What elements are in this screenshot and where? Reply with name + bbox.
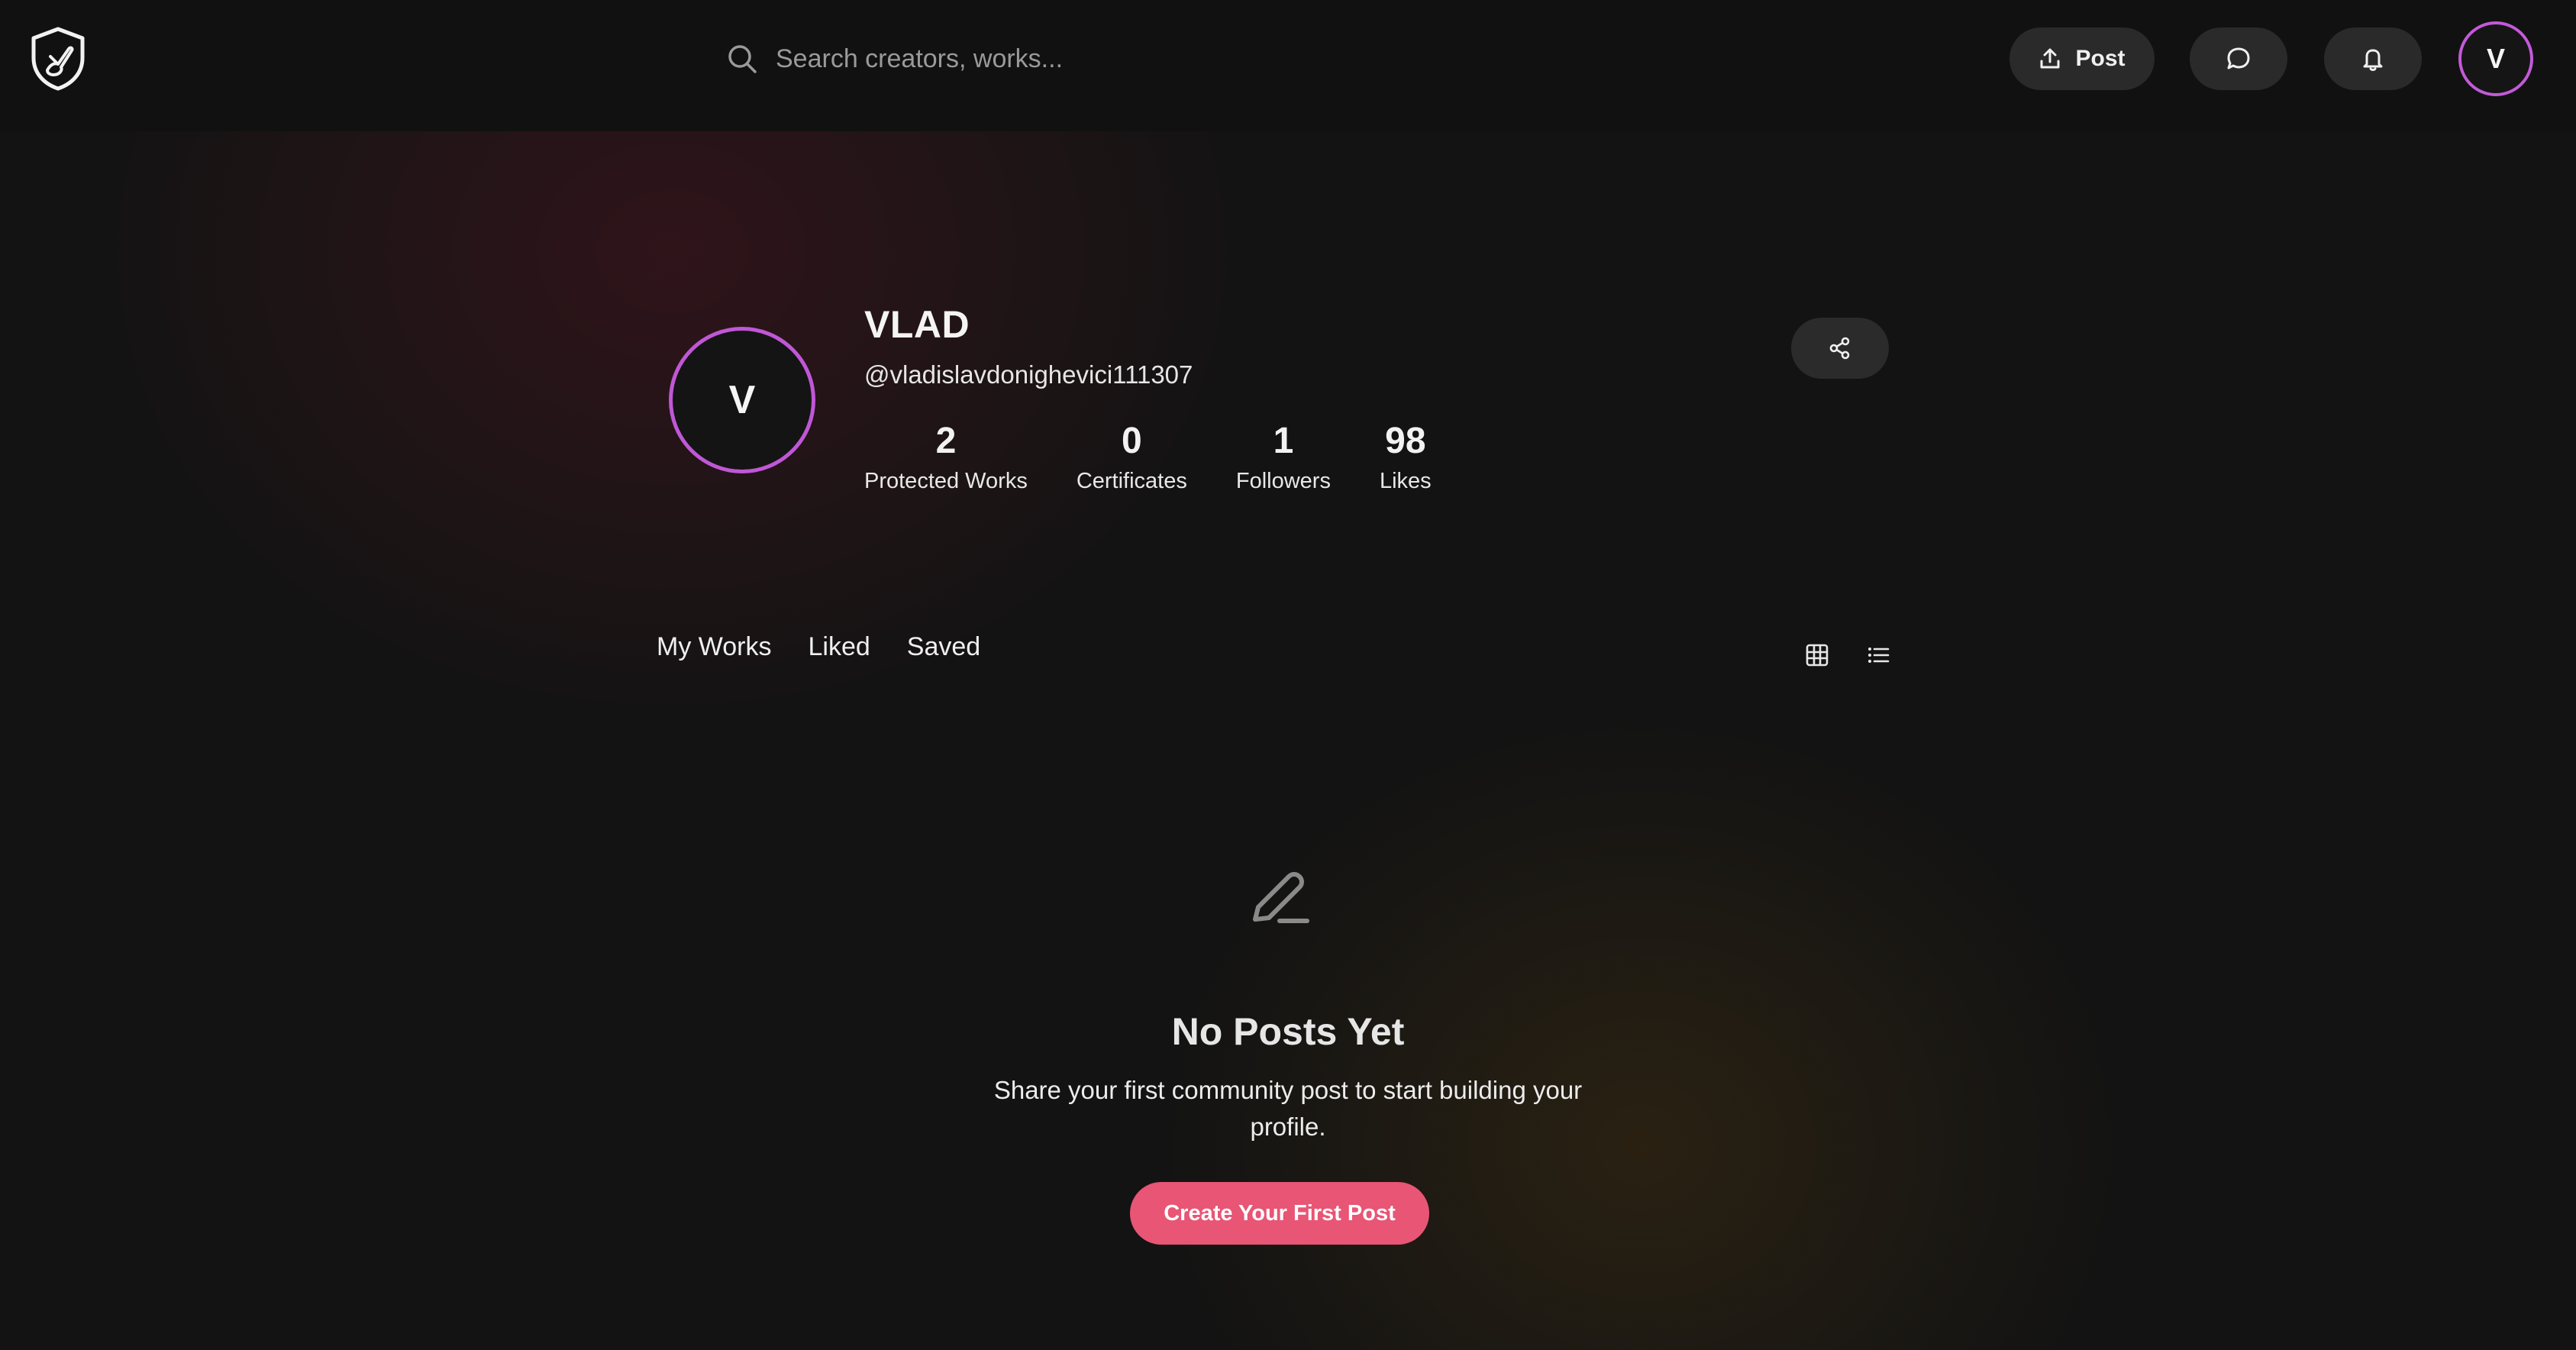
tab-saved[interactable]: Saved <box>907 632 980 662</box>
stat-value: 1 <box>1273 421 1294 461</box>
stat-value: 0 <box>1122 421 1142 461</box>
stat-certificates[interactable]: 0 Certificates <box>1077 418 1187 494</box>
shield-brush-logo-icon[interactable] <box>29 26 87 92</box>
user-avatar-initial: V <box>2486 43 2505 74</box>
stat-label: Followers <box>1235 469 1331 493</box>
stat-label: Certificates <box>1076 469 1187 493</box>
messages-button[interactable] <box>2190 27 2287 90</box>
top-bar: Post V <box>0 0 2576 131</box>
profile-stats: 2 Protected Works 0 Certificates 1 Follo… <box>864 418 1480 494</box>
tab-liked[interactable]: Liked <box>808 632 870 662</box>
tab-my-works[interactable]: My Works <box>657 632 771 662</box>
stat-likes[interactable]: 98 Likes <box>1380 418 1432 494</box>
share-profile-button[interactable] <box>1791 318 1889 379</box>
upload-icon <box>2040 48 2060 69</box>
profile-tabs: My Works Liked Saved <box>657 632 1017 662</box>
profile-avatar-initial: V <box>728 378 756 422</box>
profile-avatar: V <box>669 327 815 473</box>
post-button[interactable]: Post <box>2009 27 2155 90</box>
share-icon <box>1829 337 1850 360</box>
search-bar <box>725 31 1412 87</box>
list-view-icon[interactable] <box>1866 643 1890 667</box>
chat-bubble-icon <box>2227 47 2250 69</box>
stat-protected-works[interactable]: 2 Protected Works <box>864 418 1028 494</box>
stat-followers[interactable]: 1 Followers <box>1236 418 1331 494</box>
stat-label: Likes <box>1379 469 1432 493</box>
notifications-button[interactable] <box>2324 27 2422 90</box>
search-input[interactable] <box>776 31 1412 87</box>
bell-icon <box>2363 49 2383 71</box>
stat-value: 2 <box>935 421 957 461</box>
post-button-label: Post <box>2075 46 2126 71</box>
create-first-post-button[interactable]: Create Your First Post <box>1130 1182 1429 1245</box>
search-icon <box>728 45 757 73</box>
stat-label: Protected Works <box>864 469 1028 493</box>
empty-state-title: No Posts Yet <box>1171 1010 1405 1053</box>
grid-view-icon[interactable] <box>1805 643 1829 667</box>
create-first-post-label: Create Your First Post <box>1164 1200 1396 1226</box>
profile-handle: @vladislavdonighevici111307 <box>864 360 1193 389</box>
user-avatar-button[interactable]: V <box>2458 21 2533 96</box>
stat-value: 98 <box>1385 421 1426 461</box>
profile-name: VLAD <box>864 303 970 346</box>
empty-state-description: Share your first community post to start… <box>993 1076 1583 1141</box>
profile-page: Post V V VLAD @vladislavdonighevici11130… <box>0 0 2576 1350</box>
pen-icon <box>1253 872 1309 923</box>
